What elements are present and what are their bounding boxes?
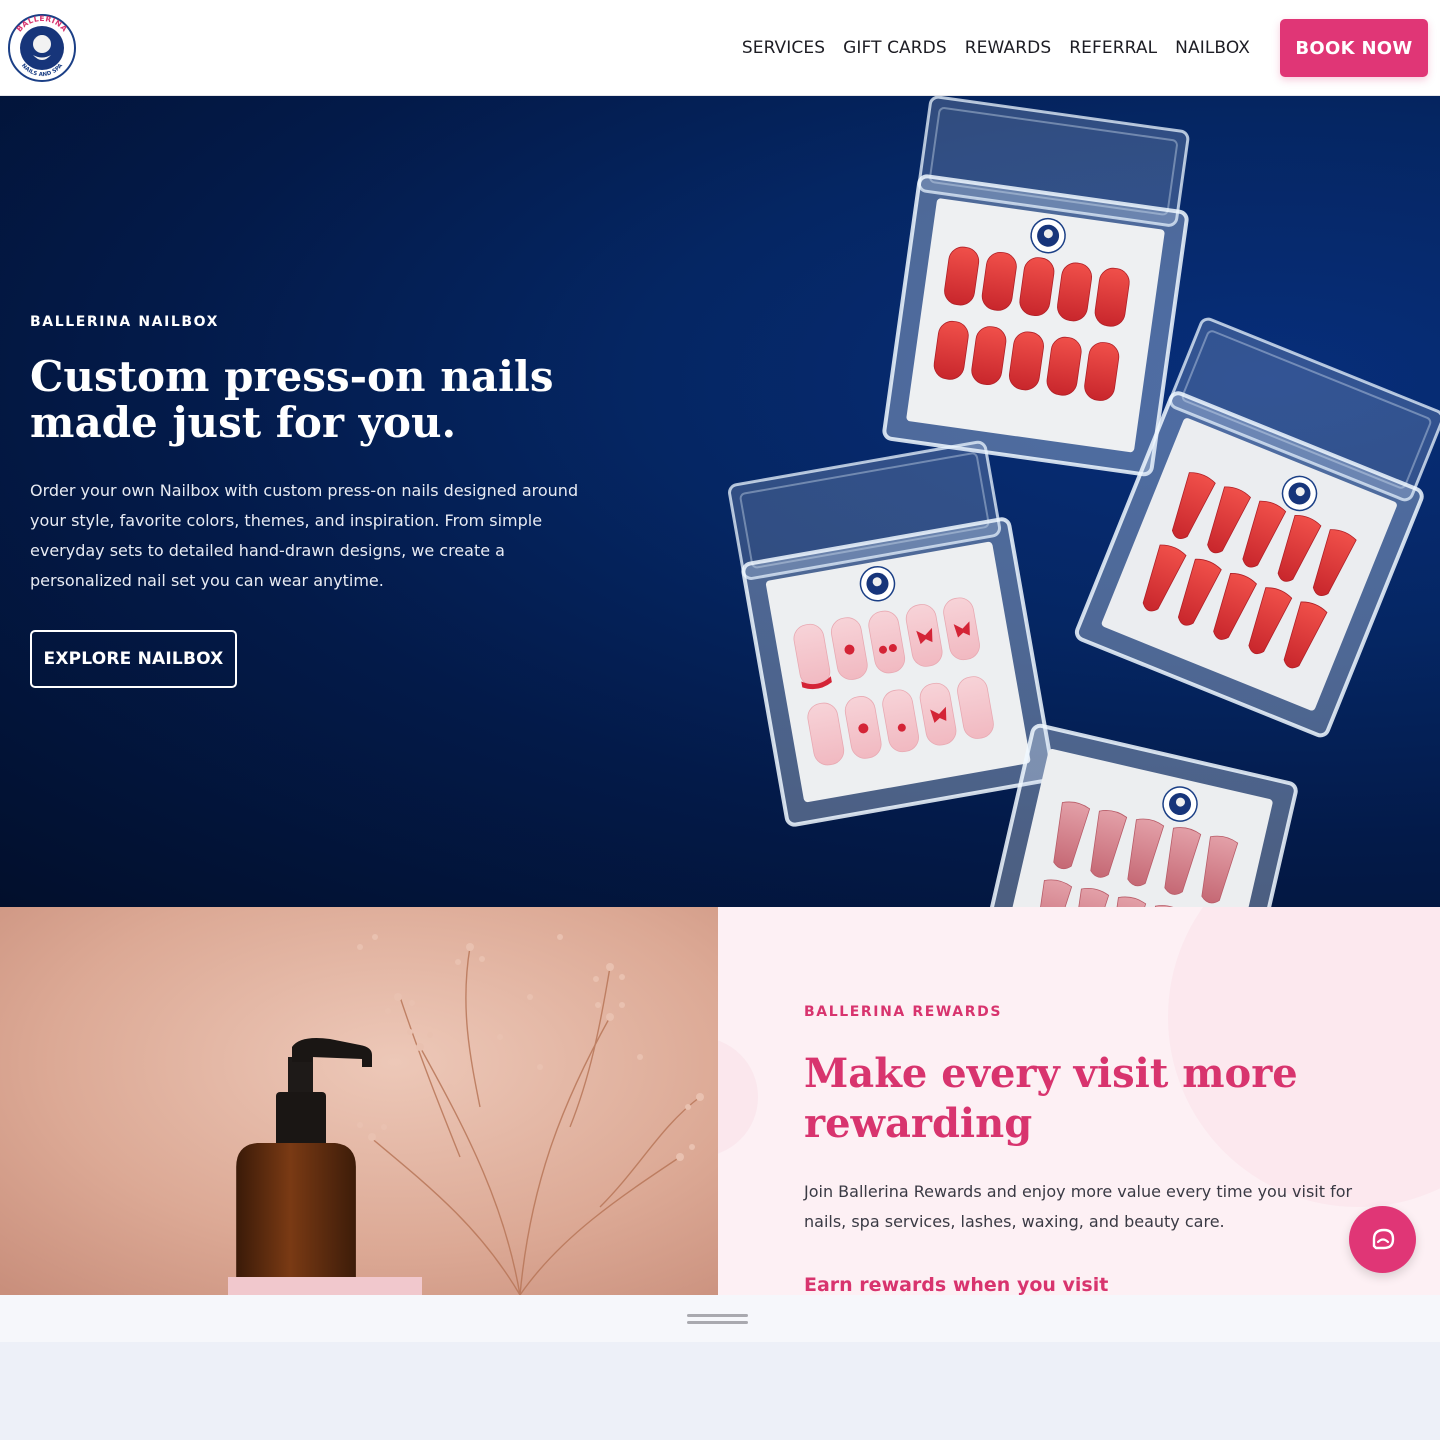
book-now-button[interactable]: BOOK NOW: [1280, 19, 1428, 77]
nav-nailbox[interactable]: NAILBOX: [1175, 38, 1250, 58]
chat-button[interactable]: [1349, 1206, 1416, 1273]
rewards-eyebrow: BALLERINA REWARDS: [804, 1004, 1003, 1020]
nav-rewards[interactable]: REWARDS: [965, 38, 1051, 58]
nav-gift-cards[interactable]: GIFT CARDS: [843, 38, 947, 58]
rewards-description: Join Ballerina Rewards and enjoy more va…: [804, 1182, 1353, 1231]
nailbox-product-image: [726, 96, 1440, 907]
rewards-section: BALLERINA REWARDS Make every visit more …: [0, 907, 1440, 1295]
hero-title: Custom press-on nails made just for you.: [30, 352, 554, 447]
rewards-subheading: Earn rewards when you visit: [804, 1274, 1109, 1295]
hero-section: BALLERINA NAILBOX Custom press-on nails …: [0, 96, 1440, 907]
chat-bubble-icon: [1372, 1228, 1394, 1249]
site-header: BALLERINA NAILS AND SPA SERVICES GIFT CA…: [0, 0, 1440, 96]
logo[interactable]: BALLERINA NAILS AND SPA: [7, 13, 77, 83]
rewards-panel: BALLERINA REWARDS Make every visit more …: [718, 907, 1440, 1295]
hero-description: Order your own Nailbox with custom press…: [30, 481, 579, 590]
hero-eyebrow: BALLERINA NAILBOX: [30, 314, 220, 330]
rewards-title: Make every visit more rewarding: [804, 1050, 1298, 1147]
drag-handle-icon[interactable]: [687, 1314, 748, 1328]
nav-services[interactable]: SERVICES: [742, 38, 825, 58]
nav-referral[interactable]: REFERRAL: [1069, 38, 1157, 58]
spa-product-photo: [0, 907, 718, 1295]
main-nav: SERVICES GIFT CARDS REWARDS REFERRAL NAI…: [742, 0, 1250, 96]
explore-nailbox-button[interactable]: EXPLORE NAILBOX: [30, 630, 237, 688]
